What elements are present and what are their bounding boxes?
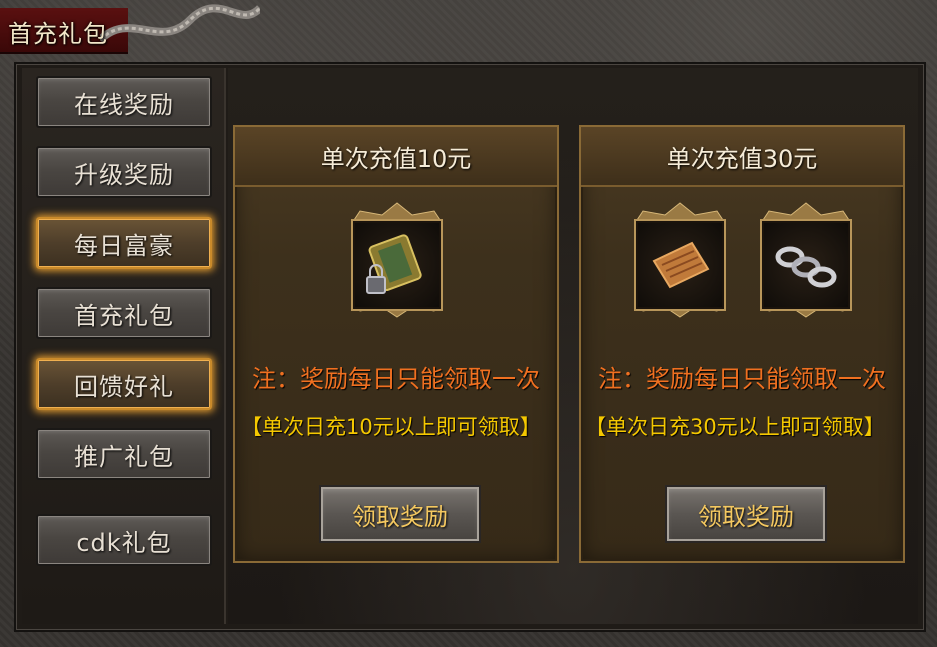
slot-box — [760, 219, 852, 311]
sidebar-item-feedback-gift[interactable]: 回馈好礼 — [36, 358, 212, 410]
silver-chain-icon — [775, 246, 837, 288]
daily-limit-note: 注：奖励每日只能领取一次 — [598, 365, 886, 393]
sidebar-item-daily-rich[interactable]: 每日富豪 — [36, 217, 212, 269]
locked-scroll-icon — [366, 234, 422, 294]
item-slot[interactable] — [342, 201, 452, 319]
recharge-condition: 【单次日充10元以上即可领取】 — [241, 415, 541, 439]
reward-card-30: 单次充值30元 注：奖励每日只能领取一次 【单次日充30元以上即可领取】 领取奖… — [579, 125, 905, 563]
recharge-condition: 【单次日充30元以上即可领取】 — [585, 415, 885, 439]
slot-box — [351, 219, 443, 311]
sidebar-item-level-reward[interactable]: 升级奖励 — [36, 146, 212, 198]
claim-reward-button[interactable]: 领取奖励 — [319, 485, 481, 543]
sidebar-item-cdk-pack[interactable]: cdk礼包 — [36, 514, 212, 566]
card-title: 单次充值10元 — [235, 127, 557, 187]
item-slot[interactable] — [751, 201, 861, 319]
dragon-ornament-icon — [100, 4, 260, 44]
parchment-icon — [652, 241, 710, 289]
reward-card-10: 单次充值10元 注：奖励每日只能领取一次 【单次日充10元以上即可领取】 领取奖… — [233, 125, 559, 563]
claim-reward-button[interactable]: 领取奖励 — [665, 485, 827, 543]
sidebar-item-online-reward[interactable]: 在线奖励 — [36, 76, 212, 128]
sidebar-item-first-recharge[interactable]: 首充礼包 — [36, 287, 212, 339]
sidebar-item-promo-pack[interactable]: 推广礼包 — [36, 428, 212, 480]
window-title: 首充礼包 — [8, 20, 108, 48]
slot-box — [634, 219, 726, 311]
card-title: 单次充值30元 — [581, 127, 903, 187]
item-slot[interactable] — [625, 201, 735, 319]
daily-limit-note: 注：奖励每日只能领取一次 — [252, 365, 540, 393]
